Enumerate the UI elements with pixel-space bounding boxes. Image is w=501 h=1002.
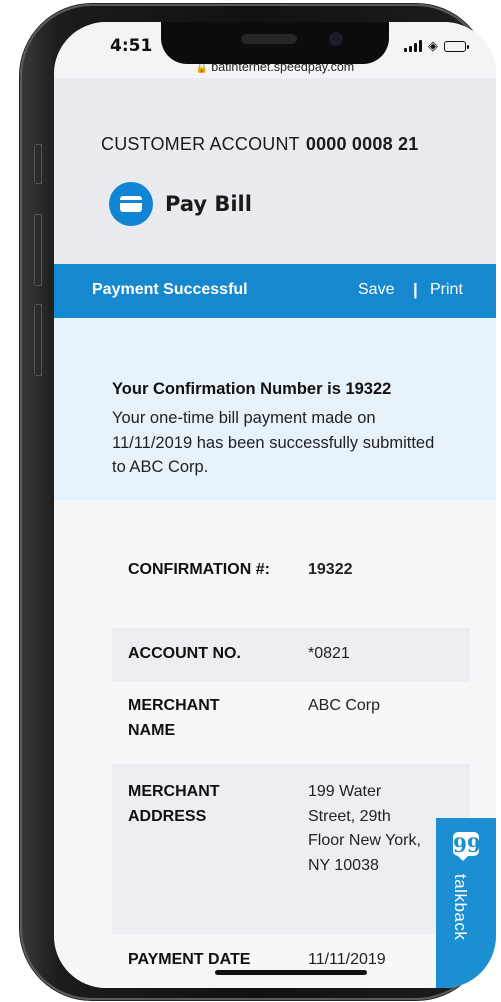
phone-screen: 4:51 ◈ 🔒 batinternet.speedpay.com CUSTOME… <box>54 22 496 988</box>
page-header: Pay Bill <box>109 182 252 226</box>
quote-bubble-icon: 99 <box>453 832 481 861</box>
status-time: 4:51 <box>110 36 153 56</box>
phone-frame: 4:51 ◈ 🔒 batinternet.speedpay.com CUSTOME… <box>20 4 496 1000</box>
detail-label: ACCOUNT NO. <box>128 645 241 662</box>
home-indicator[interactable] <box>215 970 367 975</box>
signal-icon <box>404 40 422 52</box>
notch <box>161 22 389 64</box>
payment-status-title: Payment Successful <box>92 281 248 298</box>
credit-card-icon <box>109 182 153 226</box>
detail-value: 11/11/2019 <box>308 951 386 968</box>
account-label: CUSTOMER ACCOUNT <box>101 134 300 154</box>
save-link[interactable]: Save <box>358 281 394 299</box>
mute-switch <box>34 144 42 184</box>
detail-row: CONFIRMATION #: 19322 <box>112 552 470 634</box>
detail-value: ABC Corp <box>308 697 381 714</box>
volume-up-button <box>34 214 42 286</box>
detail-row: PAYMENT DATE 11/11/2019 <box>112 934 470 988</box>
confirmation-message: Your one-time bill payment made on 11/11… <box>112 409 435 476</box>
detail-row: ACCOUNT NO. *0821 <box>112 628 470 682</box>
status-icons: ◈ <box>404 38 469 53</box>
volume-down-button <box>34 304 42 376</box>
confirmation-title: Your Confirmation Number is 19322 <box>112 380 392 398</box>
speaker-grille <box>241 34 297 44</box>
detail-label: PAYMENT DATE <box>128 951 251 968</box>
detail-row: MERCHANT NAME ABC Corp <box>112 682 470 764</box>
print-link[interactable]: Print <box>430 281 463 299</box>
payment-status-bar: Payment Successful Save | Print <box>54 264 496 318</box>
talkback-button[interactable]: 99 talkback <box>436 818 496 988</box>
detail-row: MERCHANT ADDRESS 199 Water Street, 29th … <box>112 764 470 934</box>
page-title: Pay Bill <box>165 192 252 216</box>
link-separator: | <box>413 280 418 299</box>
detail-label: MERCHANT NAME <box>128 697 220 739</box>
detail-value: 199 Water Street, 29th Floor New York, N… <box>308 783 421 874</box>
wifi-icon: ◈ <box>428 38 438 53</box>
front-camera <box>329 32 343 46</box>
detail-label: CONFIRMATION #: <box>128 561 270 578</box>
confirmation-panel: Your Confirmation Number is 19322 Your o… <box>54 318 496 500</box>
account-number: 0000 0008 21 <box>305 134 419 154</box>
detail-value: 19322 <box>308 561 353 578</box>
detail-value: *0821 <box>308 645 350 662</box>
battery-icon <box>444 41 469 52</box>
detail-label: MERCHANT ADDRESS <box>128 783 220 825</box>
lock-icon: 🔒 <box>195 63 209 74</box>
customer-account: CUSTOMER ACCOUNT 0000 0008 21 <box>101 134 418 155</box>
talkback-label: talkback <box>451 874 470 941</box>
payment-details: CONFIRMATION #: 19322 ACCOUNT NO. *0821 … <box>54 500 496 988</box>
